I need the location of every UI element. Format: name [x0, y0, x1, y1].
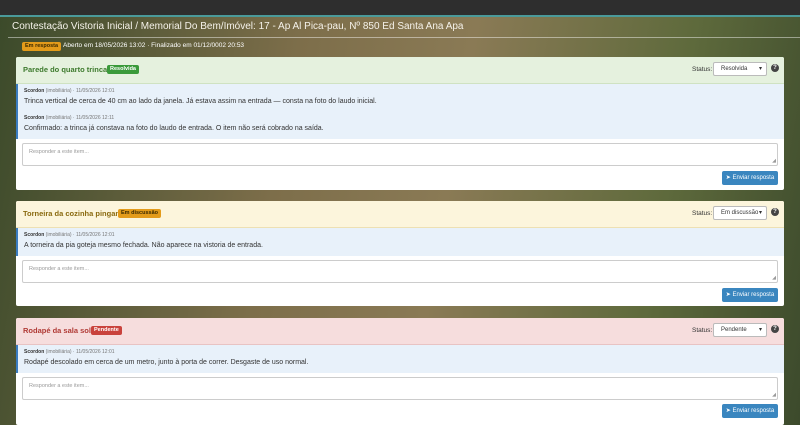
title-bar: Contestação Vistoria Inicial / Memorial …	[0, 17, 800, 38]
message: Scordon (imobiliária) · 11/05/2026 12:01…	[24, 232, 263, 249]
message-meta: Scordon (imobiliária) · 11/05/2026 12:11	[24, 115, 324, 121]
top-bar	[0, 0, 800, 17]
reply-placeholder: Responder a este item...	[29, 266, 89, 272]
reply-input[interactable]: Responder a este item... ◢	[22, 143, 778, 166]
message-date: · 11/05/2026 12:01	[72, 232, 115, 238]
message-date: · 11/05/2026 12:11	[72, 115, 115, 121]
message-date: · 11/05/2026 12:01	[72, 349, 115, 355]
send-icon: ➤	[725, 175, 731, 181]
resize-grip-icon[interactable]: ◢	[772, 159, 776, 164]
send-label: Enviar resposta	[732, 408, 775, 414]
status-label: Status:	[692, 210, 713, 217]
item-status-badge: Pendente	[91, 326, 122, 335]
meta-row: Em resposta Aberto em 18/05/2026 13:02 ·…	[0, 38, 800, 52]
message-author: Scordon	[24, 115, 45, 121]
meta-text: Aberto em 18/05/2026 13:02 · Finalizado …	[63, 42, 245, 49]
item-status-badge: Em discussão	[118, 209, 161, 218]
item-card-1: Parede do quarto trincada Resolvida Stat…	[16, 57, 784, 190]
message-author: Scordon	[24, 232, 45, 238]
item-title: Torneira da cozinha pingando	[23, 209, 130, 218]
item-title: Parede do quarto trincada	[23, 65, 116, 74]
chevron-down-icon: ▾	[758, 66, 762, 72]
message-role: (imobiliária)	[45, 88, 72, 94]
message-thread: Scordon (imobiliária) · 11/05/2026 12:01…	[16, 84, 784, 139]
message-thread: Scordon (imobiliária) · 11/05/2026 12:01…	[16, 228, 784, 256]
message-role: (imobiliária)	[45, 115, 72, 121]
message-role: (imobiliária)	[45, 349, 72, 355]
message-text: Rodapé descolado em cerca de um metro, j…	[24, 359, 309, 366]
send-reply-button[interactable]: ➤ Enviar resposta	[722, 288, 778, 302]
chevron-down-icon: ▾	[758, 210, 762, 216]
item-card-2: Torneira da cozinha pingando Em discussã…	[16, 201, 784, 306]
message-meta: Scordon (imobiliária) · 11/05/2026 12:01	[24, 349, 308, 355]
status-badge: Em resposta	[22, 42, 62, 51]
message-author: Scordon	[24, 349, 45, 355]
status-select[interactable]: Resolvida ▾	[713, 62, 767, 76]
message-text: Confirmado: a trinca já constava na foto…	[24, 125, 324, 132]
item-title: Rodapé da sala solto	[23, 326, 99, 335]
send-reply-button[interactable]: ➤ Enviar resposta	[722, 171, 778, 185]
status-select-value: Em discussão	[721, 210, 759, 216]
message-text: A torneira da pia goteja mesmo fechada. …	[24, 242, 263, 249]
send-icon: ➤	[725, 408, 731, 414]
message-date: · 11/05/2026 12:01	[72, 88, 115, 94]
status-select[interactable]: Em discussão ▾	[713, 206, 767, 220]
message: Scordon (imobiliária) · 11/05/2026 12:01…	[24, 88, 377, 105]
reply-input[interactable]: Responder a este item... ◢	[22, 377, 778, 400]
item-status-badge: Resolvida	[107, 65, 139, 74]
page-title: Contestação Vistoria Inicial / Memorial …	[12, 21, 464, 32]
reply-input[interactable]: Responder a este item... ◢	[22, 260, 778, 283]
reply-placeholder: Responder a este item...	[29, 149, 89, 155]
message-role: (imobiliária)	[45, 232, 72, 238]
resize-grip-icon[interactable]: ◢	[772, 393, 776, 398]
help-icon[interactable]: ?	[771, 64, 779, 72]
help-icon[interactable]: ?	[771, 208, 779, 216]
send-icon: ➤	[725, 292, 731, 298]
message-meta: Scordon (imobiliária) · 11/05/2026 12:01	[24, 232, 263, 238]
reply-placeholder: Responder a este item...	[29, 383, 89, 389]
send-reply-button[interactable]: ➤ Enviar resposta	[722, 404, 778, 418]
message-author: Scordon	[24, 88, 45, 94]
chevron-down-icon: ▾	[758, 327, 762, 333]
item-header: Rodapé da sala solto Pendente Status: Pe…	[16, 318, 784, 345]
item-header: Torneira da cozinha pingando Em discussã…	[16, 201, 784, 228]
message-text: Trinca vertical de cerca de 40 cm ao lad…	[24, 98, 377, 105]
message-meta: Scordon (imobiliária) · 11/05/2026 12:01	[24, 88, 377, 94]
item-header: Parede do quarto trincada Resolvida Stat…	[16, 57, 784, 84]
send-label: Enviar resposta	[732, 175, 775, 181]
status-label: Status:	[692, 66, 713, 73]
status-select[interactable]: Pendente ▾	[713, 323, 767, 337]
help-icon[interactable]: ?	[771, 325, 779, 333]
resize-grip-icon[interactable]: ◢	[772, 276, 776, 281]
message: Scordon (imobiliária) · 11/05/2026 12:11…	[24, 115, 324, 132]
message-thread: Scordon (imobiliária) · 11/05/2026 12:01…	[16, 345, 784, 373]
status-label: Status:	[692, 327, 713, 334]
message: Scordon (imobiliária) · 11/05/2026 12:01…	[24, 349, 308, 366]
status-select-value: Pendente	[721, 327, 747, 333]
send-label: Enviar resposta	[732, 292, 775, 298]
status-select-value: Resolvida	[721, 66, 748, 72]
item-card-3: Rodapé da sala solto Pendente Status: Pe…	[16, 318, 784, 425]
